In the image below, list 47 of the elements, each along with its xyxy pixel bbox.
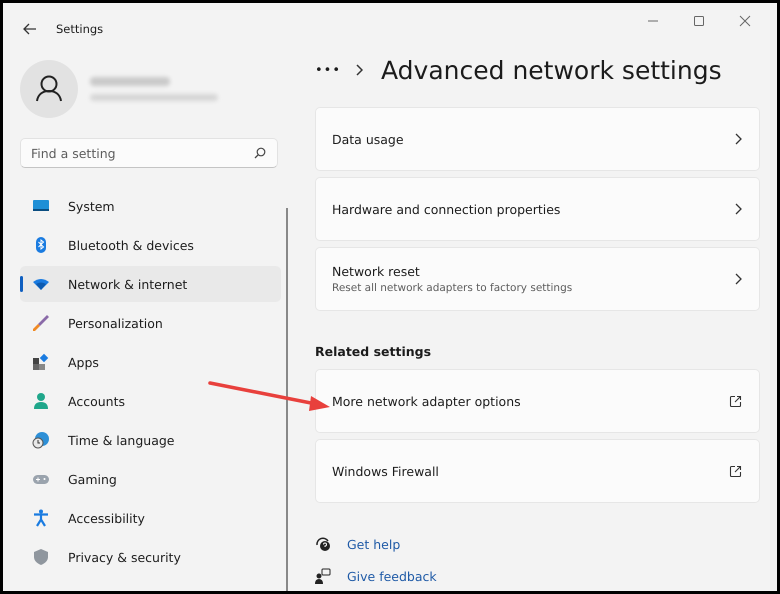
person-icon — [32, 392, 50, 410]
clock-globe-icon — [32, 431, 50, 449]
chevron-icon — [734, 203, 742, 215]
help-icon — [315, 536, 331, 552]
sidebar-item[interactable]: Apps — [20, 344, 281, 380]
settings-card[interactable]: More network adapter options — [315, 369, 760, 433]
sidebar-item[interactable]: Personalization — [20, 305, 281, 341]
external-link-icon — [729, 394, 742, 408]
search-field[interactable]: Find a setting — [20, 138, 278, 168]
settings-card[interactable]: Hardware and connection properties — [315, 177, 760, 241]
card-title: More network adapter options — [332, 394, 521, 408]
sidebar-item[interactable]: Time & language — [20, 422, 281, 458]
section-heading: Related settings — [315, 344, 432, 359]
sidebar-item[interactable]: Accounts — [20, 383, 281, 419]
page-title: Advanced network settings — [381, 56, 722, 84]
accessibility-icon — [32, 509, 50, 527]
maximize-icon[interactable] — [693, 15, 705, 27]
settings-card[interactable]: Windows Firewall — [315, 439, 760, 503]
window-title: Settings — [56, 22, 104, 36]
card-title: Data usage — [332, 132, 404, 146]
brush-icon — [32, 314, 50, 332]
sidebar-item[interactable]: Network & internet — [20, 266, 281, 302]
sidebar-item[interactable]: Accessibility — [20, 500, 281, 536]
shield-icon — [32, 548, 50, 566]
close-icon[interactable] — [739, 15, 751, 27]
search-icon — [254, 147, 266, 159]
settings-card[interactable]: Network reset Reset all network adapters to factory settings — [315, 247, 760, 311]
chevron-icon — [734, 273, 742, 285]
feedback-icon — [315, 568, 331, 584]
avatar-icon — [20, 60, 78, 118]
sidebar-item[interactable]: Bluetooth & devices — [20, 227, 281, 263]
help-link[interactable]: Give feedback — [347, 568, 437, 584]
chevron-icon — [355, 64, 364, 76]
card-title: Hardware and connection properties — [332, 202, 560, 216]
overflow-button[interactable]: ••• — [315, 62, 342, 78]
card-title: Windows Firewall — [332, 464, 439, 478]
card-title: Network reset — [332, 264, 421, 279]
back-icon[interactable] — [23, 23, 37, 35]
external-link-icon — [729, 464, 742, 478]
sidebar-item[interactable]: Gaming — [20, 461, 281, 497]
settings-card[interactable]: Data usage — [315, 107, 760, 171]
sidebar-item[interactable]: Privacy & security — [20, 539, 281, 575]
card-subtitle: Reset all network adapters to factory settings — [332, 282, 572, 294]
help-link[interactable]: Get help — [347, 536, 400, 552]
chevron-icon — [734, 133, 742, 145]
sidebar-item[interactable]: System — [20, 188, 281, 224]
apps-icon — [32, 353, 50, 371]
